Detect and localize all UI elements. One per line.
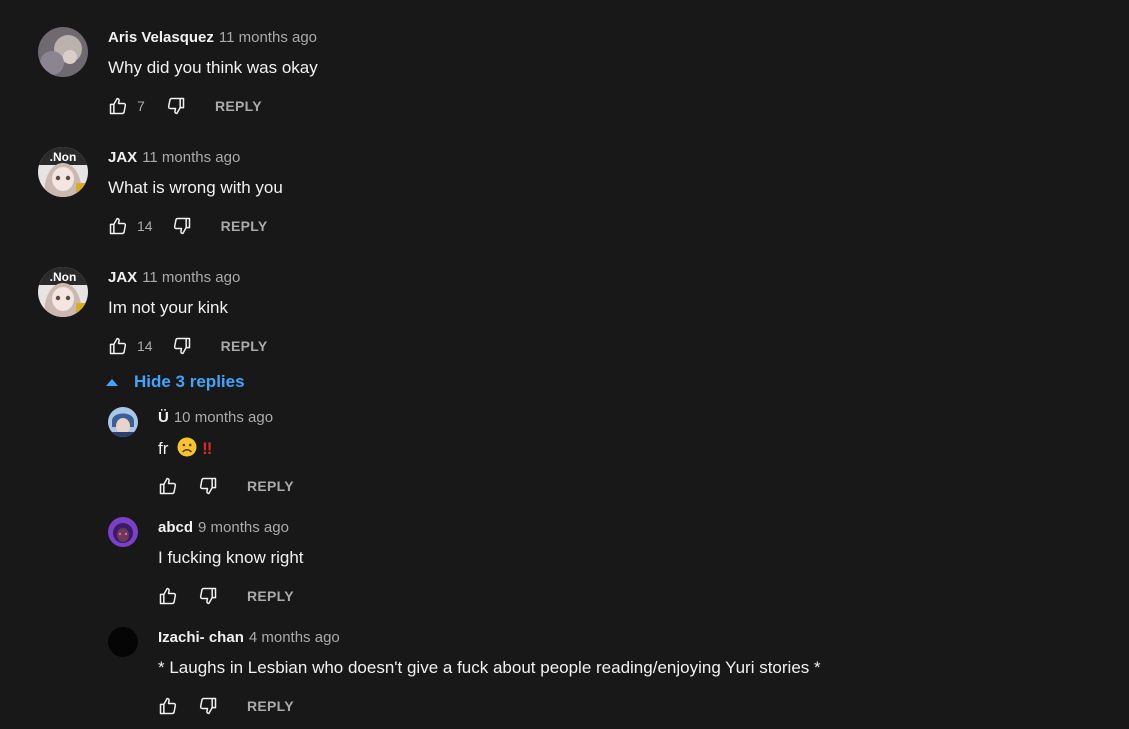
like-button[interactable]: [157, 475, 179, 497]
thumbs-up-icon: [109, 97, 127, 115]
comment-text: Im not your kink: [108, 298, 228, 317]
avatar-text: .Non: [50, 270, 77, 284]
like-button[interactable]: [157, 695, 179, 717]
thumbs-down-icon: [199, 477, 217, 495]
avatar[interactable]: .Non: [38, 147, 88, 197]
like-button[interactable]: [107, 335, 129, 357]
reply-button[interactable]: REPLY: [221, 338, 268, 354]
double-exclamation-icon: ‼: [202, 439, 212, 458]
caret-up-icon: [106, 378, 118, 386]
dislike-button[interactable]: [197, 475, 219, 497]
thumbs-up-icon: [159, 477, 177, 495]
dislike-button[interactable]: [197, 585, 219, 607]
like-count: 7: [137, 98, 145, 114]
comment-actions: REPLY: [157, 584, 294, 608]
hide-replies-button[interactable]: Hide 3 replies: [106, 372, 245, 392]
comment-author[interactable]: Aris Velasquez: [108, 29, 214, 46]
avatar[interactable]: [108, 627, 138, 657]
reply-button[interactable]: REPLY: [221, 218, 268, 234]
thumbs-down-icon: [199, 697, 217, 715]
dislike-button[interactable]: [197, 695, 219, 717]
avatar[interactable]: .Non: [38, 267, 88, 317]
hide-replies-label: Hide 3 replies: [134, 372, 245, 391]
comment-time[interactable]: 9 months ago: [198, 519, 289, 536]
comment-author[interactable]: JAX: [108, 269, 137, 286]
reply-button[interactable]: REPLY: [215, 98, 262, 114]
dislike-button[interactable]: [171, 335, 193, 357]
comment-time[interactable]: 4 months ago: [249, 629, 340, 646]
thumbs-up-icon: [109, 217, 127, 235]
comment-actions: REPLY: [157, 474, 294, 498]
comment-text: I fucking know right: [158, 548, 304, 567]
comment-time[interactable]: 10 months ago: [174, 409, 273, 426]
comment-actions: REPLY: [157, 694, 294, 718]
avatar-text: .Non: [50, 150, 77, 164]
comment-text: fr ‼: [158, 437, 212, 460]
comment-text: Why did you think was okay: [108, 58, 318, 77]
thumbs-up-icon: [109, 337, 127, 355]
dislike-button[interactable]: [171, 215, 193, 237]
comment-author[interactable]: Izachi- chan: [158, 629, 244, 646]
avatar[interactable]: [108, 517, 138, 547]
comment-author[interactable]: Ü: [158, 409, 169, 426]
comment-author[interactable]: abcd: [158, 519, 193, 536]
reply-button[interactable]: REPLY: [247, 478, 294, 494]
like-button[interactable]: [107, 95, 129, 117]
thumbs-down-icon: [199, 587, 217, 605]
comment-text: * Laughs in Lesbian who doesn't give a f…: [158, 658, 821, 677]
comment-actions: 14 REPLY: [107, 334, 267, 358]
comment-time[interactable]: 11 months ago: [142, 269, 240, 286]
avatar[interactable]: [38, 27, 88, 77]
comment-actions: 14 REPLY: [107, 214, 267, 238]
like-button[interactable]: [157, 585, 179, 607]
like-count: 14: [137, 218, 153, 234]
like-button[interactable]: [107, 215, 129, 237]
avatar[interactable]: [108, 407, 138, 437]
comment-time[interactable]: 11 months ago: [219, 29, 317, 46]
frowning-face-icon: [177, 437, 197, 457]
thumbs-up-icon: [159, 587, 177, 605]
comment-author[interactable]: JAX: [108, 149, 137, 166]
comment-time[interactable]: 11 months ago: [142, 149, 240, 166]
comment-text: What is wrong with you: [108, 178, 283, 197]
comment-text-body: fr: [158, 439, 169, 458]
thumbs-down-icon: [173, 217, 190, 235]
thumbs-down-icon: [173, 337, 190, 355]
thumbs-down-icon: [167, 97, 185, 115]
dislike-button[interactable]: [165, 95, 187, 117]
thumbs-up-icon: [159, 697, 177, 715]
like-count: 14: [137, 338, 153, 354]
reply-button[interactable]: REPLY: [247, 698, 294, 714]
reply-button[interactable]: REPLY: [247, 588, 294, 604]
comment-actions: 7 REPLY: [107, 94, 262, 118]
